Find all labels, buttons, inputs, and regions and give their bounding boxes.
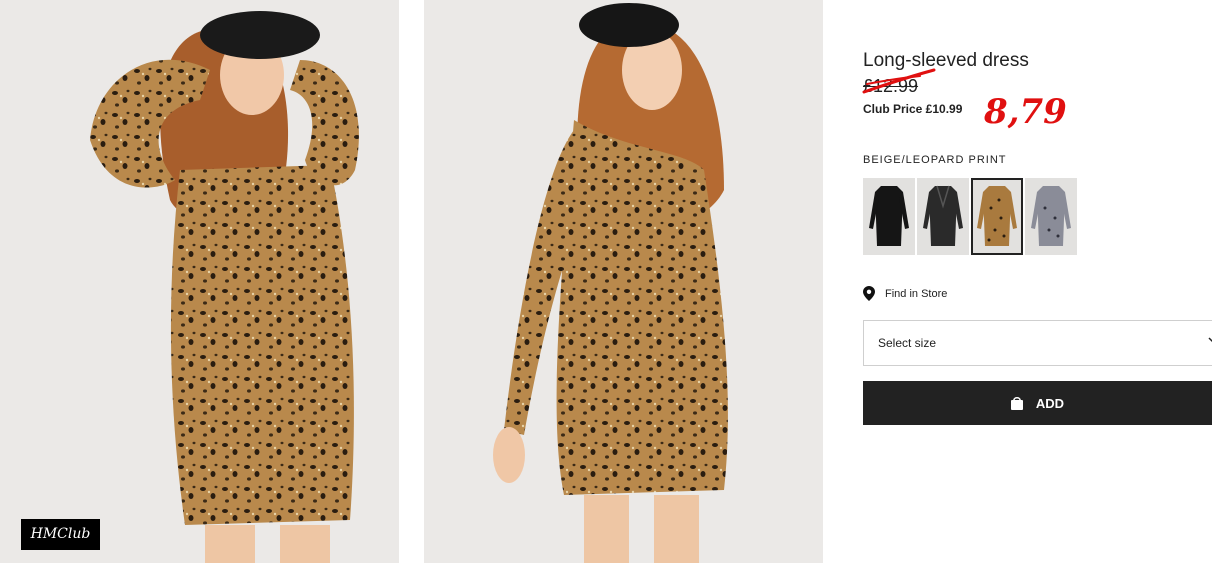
size-select[interactable]: Select size: [863, 320, 1212, 366]
find-in-store-label: Find in Store: [885, 287, 948, 300]
dress-thumbnail: [977, 186, 1017, 246]
size-select-label: Select size: [878, 336, 937, 350]
product-photo-side[interactable]: [424, 0, 823, 563]
selected-color-label: BEIGE/LEOPARD PRINT: [863, 154, 1007, 166]
dress-thumbnail: [923, 185, 963, 246]
find-in-store-link[interactable]: Find in Store: [863, 286, 947, 301]
location-pin-icon: [863, 286, 875, 301]
add-button-label: ADD: [1035, 395, 1065, 411]
club-logo-badge: HMClub: [21, 519, 100, 550]
model-image-side: [424, 0, 823, 563]
dress-thumbnail: [869, 186, 909, 246]
handwritten-price-annotation: 8,79: [984, 92, 1067, 132]
chevron-down-icon: [1208, 337, 1212, 343]
add-to-bag-button[interactable]: ADD: [863, 381, 1212, 425]
swatch-black[interactable]: [863, 178, 915, 255]
model-image-front: [0, 0, 399, 563]
swatch-grey-print[interactable]: [1025, 178, 1077, 255]
product-photo-front[interactable]: HMClub: [0, 0, 399, 563]
swatch-beige-leopard[interactable]: [971, 178, 1023, 255]
club-price: Club Price £10.99: [863, 102, 963, 116]
shopping-bag-icon: [1010, 397, 1023, 410]
dress-thumbnail: [1031, 186, 1071, 246]
color-swatches: [863, 178, 1077, 255]
red-strike-mark: [862, 68, 936, 94]
swatch-black-shine[interactable]: [917, 178, 969, 255]
